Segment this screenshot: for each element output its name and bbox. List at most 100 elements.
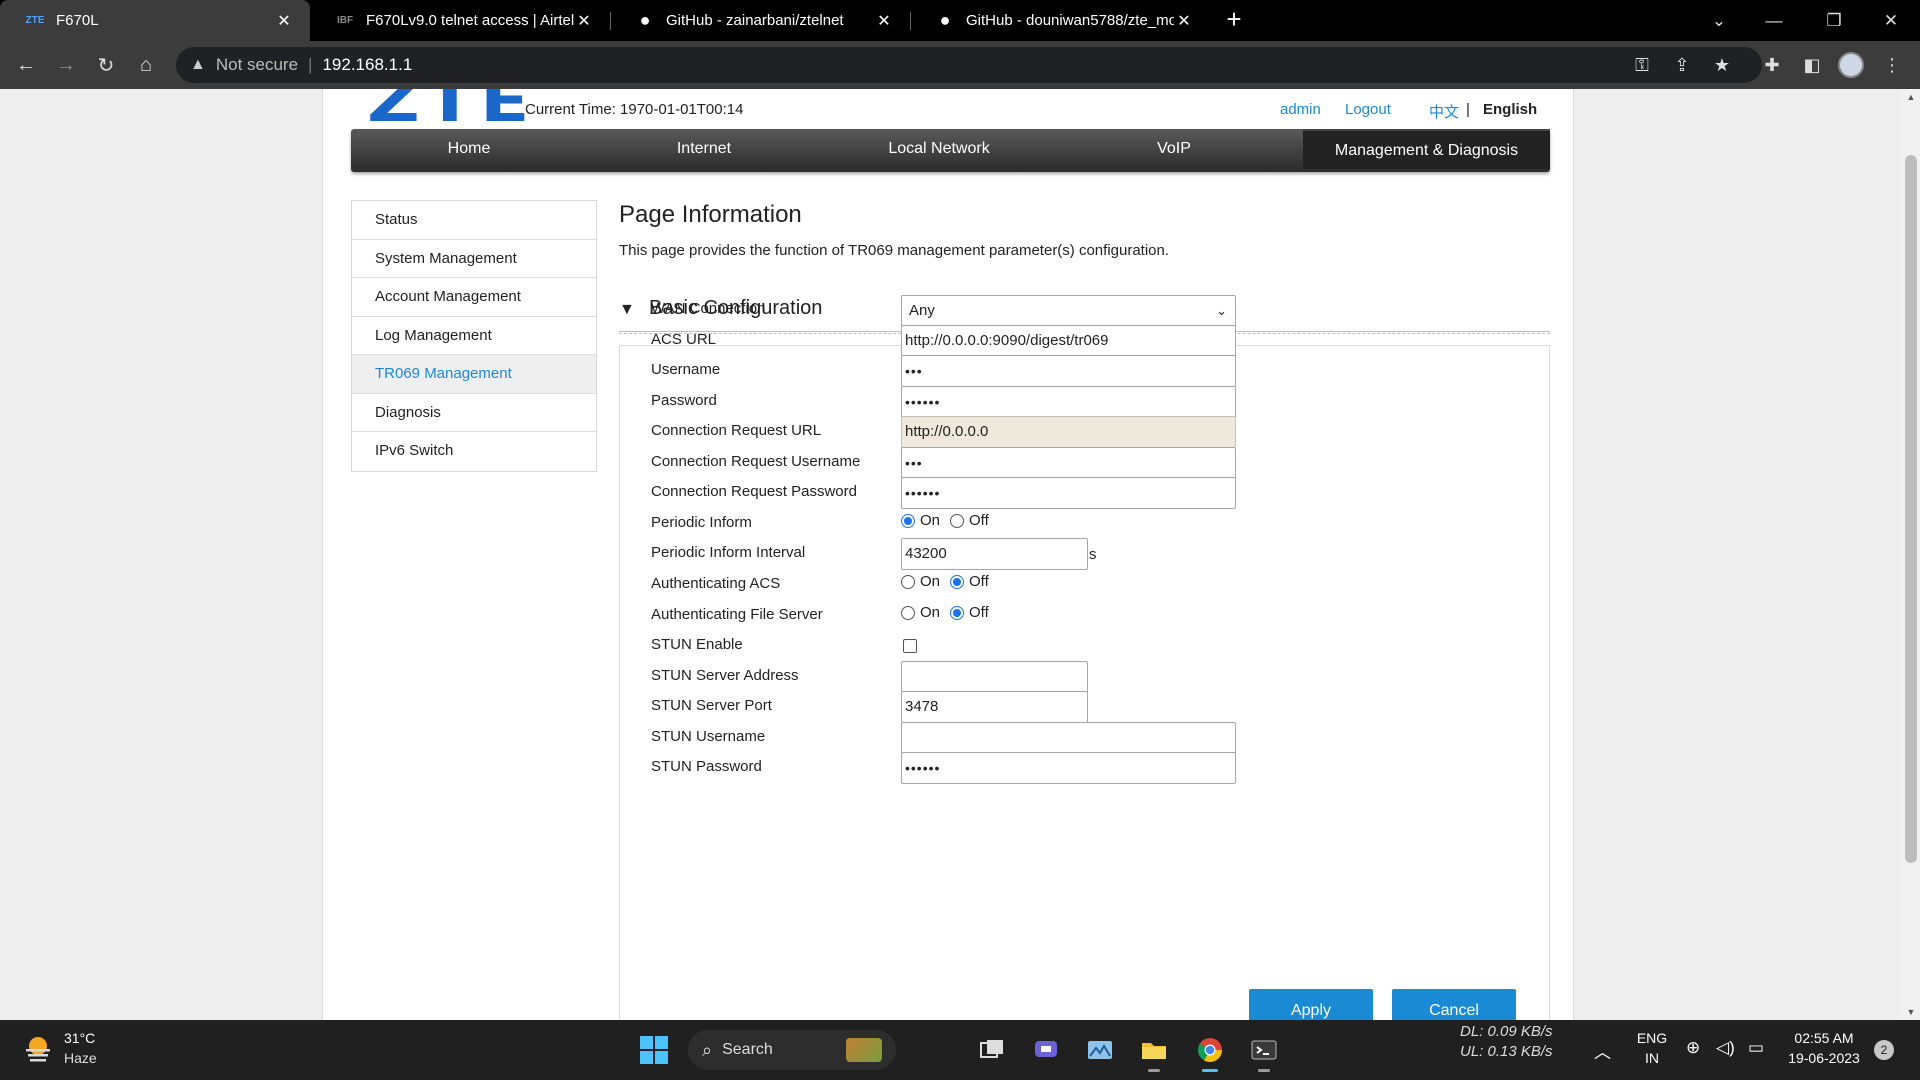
tab-title: GitHub - zainarbani/ztelnet bbox=[666, 12, 844, 29]
connection-request-password-input[interactable]: •••••• bbox=[901, 477, 1236, 509]
input-region[interactable]: IN bbox=[1636, 1050, 1668, 1066]
browser-tab-telnet-access[interactable]: IBF F670Lv9.0 telnet access | Airtel Xs … bbox=[310, 0, 610, 41]
stun-enable-checkbox[interactable] bbox=[903, 639, 917, 653]
periodic-inform-interval-input[interactable]: 43200 bbox=[901, 538, 1088, 570]
cancel-button[interactable]: Cancel bbox=[1392, 989, 1516, 1020]
side-panel-icon[interactable]: ◧ bbox=[1796, 49, 1828, 81]
nav-internet[interactable]: Internet bbox=[587, 129, 821, 169]
battery-icon[interactable]: ▭ bbox=[1748, 1038, 1764, 1058]
new-tab-icon[interactable]: + bbox=[1220, 6, 1248, 34]
notification-badge[interactable]: 2 bbox=[1874, 1040, 1894, 1060]
periodic-inform-radio-group: On Off bbox=[901, 512, 999, 529]
periodic-inform-off[interactable]: Off bbox=[950, 512, 989, 529]
password-input[interactable]: •••••• bbox=[901, 386, 1236, 418]
bookmark-star-icon[interactable]: ★ bbox=[1706, 49, 1738, 81]
address-bar[interactable]: ▲ Not secure | 192.168.1.1 bbox=[176, 47, 1762, 83]
tray-chevron-up-icon[interactable]: ︿ bbox=[1594, 1038, 1611, 1063]
chrome-icon[interactable] bbox=[1192, 1032, 1228, 1072]
authenticating-acs-off[interactable]: Off bbox=[950, 573, 989, 590]
page-scrollbar[interactable]: ▲ ▼ bbox=[1902, 89, 1920, 1020]
home-icon[interactable]: ⌂ bbox=[130, 49, 162, 81]
radio-on-selected[interactable] bbox=[901, 513, 915, 528]
close-tab-icon[interactable]: ✕ bbox=[574, 11, 594, 31]
apply-button[interactable]: Apply bbox=[1249, 989, 1373, 1020]
radio-off-selected[interactable] bbox=[950, 574, 965, 589]
sidebar-item-diagnosis[interactable]: Diagnosis bbox=[352, 394, 596, 432]
sidebar-item-status[interactable]: Status bbox=[352, 201, 596, 240]
forward-icon[interactable]: → bbox=[50, 49, 82, 81]
username-input[interactable]: ••• bbox=[901, 355, 1236, 387]
haze-weather-icon[interactable] bbox=[22, 1033, 54, 1065]
radio-on[interactable] bbox=[901, 574, 915, 589]
authenticating-file-server-off[interactable]: Off bbox=[950, 604, 989, 621]
radio-label: On bbox=[920, 573, 941, 590]
lang-chinese-link[interactable]: 中文 bbox=[1429, 101, 1459, 122]
close-tab-icon[interactable]: ✕ bbox=[874, 11, 894, 31]
extensions-icon[interactable]: ✚ bbox=[1756, 49, 1788, 81]
github-icon: ● bbox=[939, 10, 951, 30]
nav-management-diagnosis[interactable]: Management & Diagnosis bbox=[1303, 129, 1550, 169]
tab-search-chevron-icon[interactable]: ⌄ bbox=[1690, 0, 1748, 41]
network-globe-icon[interactable]: ⊕ bbox=[1686, 1038, 1700, 1058]
stun-password-input[interactable]: •••••• bbox=[901, 752, 1236, 784]
weather-condition[interactable]: Haze bbox=[64, 1050, 97, 1066]
sidebar-item-log-management[interactable]: Log Management bbox=[352, 317, 596, 355]
taskbar-search[interactable]: ⌕ Search bbox=[688, 1030, 896, 1070]
radio-on[interactable] bbox=[901, 605, 915, 620]
volume-icon[interactable]: ◁) bbox=[1716, 1038, 1735, 1058]
task-view-icon[interactable] bbox=[974, 1032, 1010, 1068]
clock-date[interactable]: 19-06-2023 bbox=[1782, 1050, 1866, 1066]
nav-home[interactable]: Home bbox=[351, 129, 587, 169]
periodic-inform-on[interactable]: On bbox=[901, 512, 940, 529]
clock-time[interactable]: 02:55 AM bbox=[1782, 1030, 1866, 1046]
weather-temperature[interactable]: 31°C bbox=[64, 1030, 95, 1046]
menu-kebab-icon[interactable]: ⋮ bbox=[1876, 49, 1908, 81]
reload-icon[interactable]: ↻ bbox=[90, 49, 122, 81]
browser-tab-ztelnet[interactable]: ● GitHub - zainarbani/ztelnet ✕ bbox=[610, 0, 910, 41]
sidebar-item-system-management[interactable]: System Management bbox=[352, 240, 596, 278]
stun-server-address-input[interactable] bbox=[901, 661, 1088, 693]
close-tab-icon[interactable]: ✕ bbox=[274, 11, 294, 31]
sidebar-item-ipv6-switch[interactable]: IPv6 Switch bbox=[352, 432, 596, 471]
photos-icon[interactable] bbox=[1082, 1032, 1118, 1068]
collapse-triangle-icon[interactable]: ▼ bbox=[619, 301, 635, 319]
logout-link[interactable]: Logout bbox=[1345, 101, 1391, 118]
file-explorer-icon[interactable] bbox=[1136, 1032, 1172, 1072]
teams-chat-icon[interactable] bbox=[1028, 1032, 1064, 1068]
close-window-icon[interactable]: ✕ bbox=[1862, 0, 1920, 41]
terminal-icon[interactable] bbox=[1246, 1032, 1282, 1072]
scroll-thumb[interactable] bbox=[1905, 155, 1917, 863]
browser-tab-f670l[interactable]: ZTE F670L ✕ bbox=[0, 0, 310, 41]
profile-avatar[interactable] bbox=[1838, 52, 1864, 78]
input-language[interactable]: ENG bbox=[1636, 1030, 1668, 1046]
nav-voip[interactable]: VoIP bbox=[1057, 129, 1291, 169]
nav-local-network[interactable]: Local Network bbox=[821, 129, 1057, 169]
router-page-content: ZTE Current Time: 1970-01-01T00:14 admin… bbox=[322, 89, 1574, 1020]
label-connection-request-password: Connection Request Password bbox=[651, 483, 857, 500]
zte-favicon-icon: ZTE bbox=[25, 15, 45, 26]
radio-off[interactable] bbox=[950, 513, 965, 528]
windows-start-icon[interactable] bbox=[640, 1036, 668, 1064]
wan-connection-value: Any bbox=[909, 302, 935, 319]
minimize-icon[interactable]: — bbox=[1745, 0, 1803, 41]
scroll-down-arrow-icon[interactable]: ▼ bbox=[1902, 1004, 1920, 1020]
close-tab-icon[interactable]: ✕ bbox=[1174, 11, 1194, 31]
stun-username-input[interactable] bbox=[901, 722, 1236, 754]
user-link-admin[interactable]: admin bbox=[1280, 101, 1321, 118]
key-icon[interactable]: ⚿ bbox=[1626, 49, 1658, 81]
sidebar-item-tr069-management[interactable]: TR069 Management bbox=[352, 355, 596, 394]
acs-url-input[interactable]: http://0.0.0.0:9090/digest/tr069 bbox=[901, 325, 1236, 357]
lang-english[interactable]: English bbox=[1483, 101, 1537, 118]
restore-icon[interactable]: ❐ bbox=[1805, 0, 1863, 41]
radio-off-selected[interactable] bbox=[950, 605, 965, 620]
scroll-up-arrow-icon[interactable]: ▲ bbox=[1902, 89, 1920, 105]
browser-tab-zte-mod[interactable]: ● GitHub - douniwan5788/zte_mo ✕ bbox=[910, 0, 1210, 41]
share-icon[interactable]: ⇪ bbox=[1666, 49, 1698, 81]
stun-server-port-input[interactable]: 3478 bbox=[901, 691, 1088, 723]
wan-connection-select[interactable]: Any ⌄ bbox=[901, 295, 1236, 327]
back-icon[interactable]: ← bbox=[10, 49, 42, 81]
sidebar-item-account-management[interactable]: Account Management bbox=[352, 278, 596, 317]
connection-request-username-input[interactable]: ••• bbox=[901, 447, 1236, 479]
authenticating-file-server-on[interactable]: On bbox=[901, 604, 940, 621]
authenticating-acs-on[interactable]: On bbox=[901, 573, 940, 590]
